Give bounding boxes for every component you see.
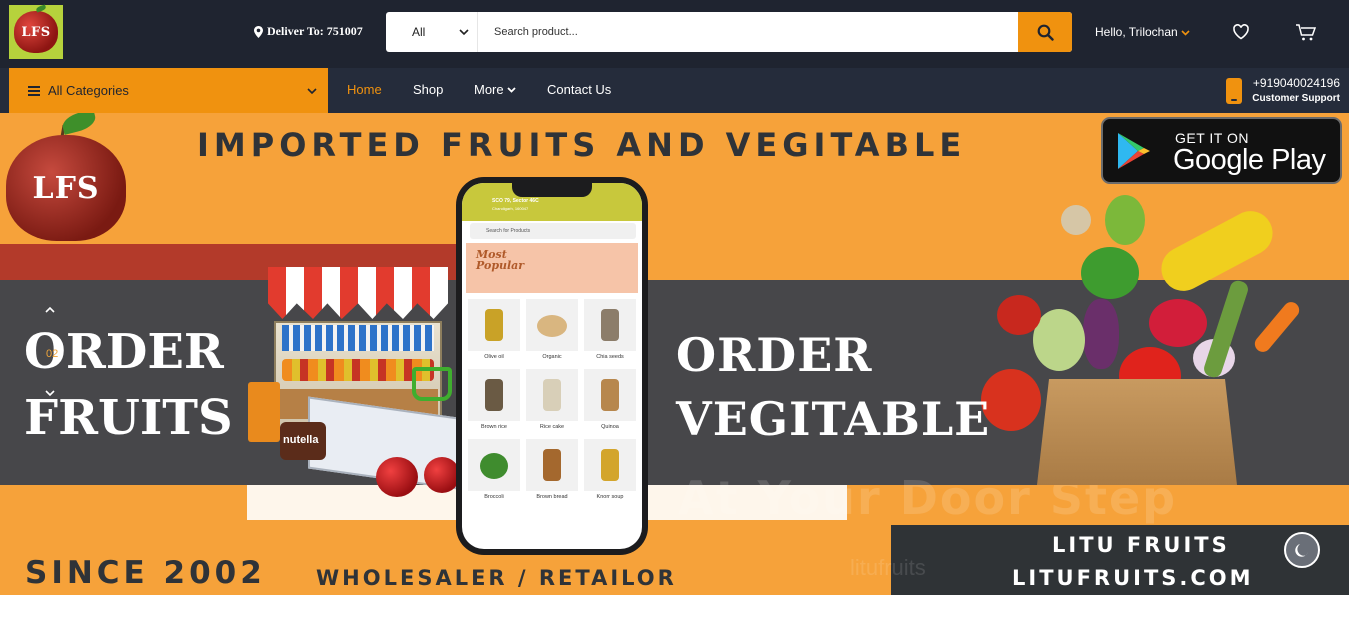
chevron-down-icon [1181, 29, 1190, 36]
chevron-down-icon [459, 29, 469, 36]
google-play-badge[interactable]: GET IT ON Google Play [1101, 117, 1342, 184]
order-veg-line2: VEGITABLE [676, 392, 991, 446]
brand-url: LITUFRUITS.COM [1012, 566, 1254, 590]
banana-image [1153, 203, 1281, 299]
chevron-down-icon [506, 87, 516, 93]
top-header: LFS Deliver To: 751007 All Hello, Triloc… [0, 0, 1349, 68]
phone-mockup: SCO 79, Sector 46C Chandigarh, 160047 Se… [456, 177, 648, 555]
app-product: Brown rice [468, 369, 520, 435]
app-search: Search for Products [470, 223, 636, 239]
moon-icon [1295, 544, 1308, 557]
nav-home[interactable]: Home [347, 82, 382, 97]
app-product: Knorr soup [584, 439, 636, 505]
hero-logo-text: LFS [32, 170, 100, 206]
hero-headline: IMPORTED FRUITS AND VEGITABLE [197, 126, 967, 164]
hero-banner[interactable]: At Your Door Step LFS IMPORTED FRUITS AN… [0, 113, 1349, 595]
map-pin-icon [254, 25, 263, 38]
paper-bag-image [1037, 379, 1237, 485]
mushroom-image [1061, 205, 1091, 235]
google-play-icon [1118, 133, 1150, 169]
greeting-text: Hello, Trilochan [1095, 25, 1178, 39]
search-category-select[interactable]: All [386, 12, 478, 52]
search-bar: All [386, 12, 1072, 52]
support-phone[interactable]: +919040024196 [1253, 76, 1340, 90]
app-address-line2: Chandigarh, 160047 [492, 206, 529, 211]
site-logo[interactable]: LFS [9, 5, 63, 59]
support-label: Customer Support [1252, 93, 1340, 104]
snack-pack-image [248, 382, 280, 442]
cherry-image [376, 457, 418, 497]
nav-contact[interactable]: Contact Us [547, 82, 611, 97]
order-fruits-heading: ORDER FRUITS [24, 319, 233, 451]
logo-text: LFS [21, 24, 51, 40]
nutella-jar-image: nutella [280, 422, 326, 460]
basket-icon [412, 367, 452, 401]
app-search-placeholder: Search for Products [486, 228, 531, 234]
app-address-line1: SCO 79, Sector 46C [492, 198, 539, 204]
app-product: Quinoa [584, 369, 636, 435]
cabbage-image [1033, 309, 1085, 371]
phone-notch [512, 183, 592, 197]
eggplant-image [1083, 299, 1119, 369]
search-input[interactable] [478, 12, 1018, 52]
phone-screen: SCO 79, Sector 46C Chandigarh, 160047 Se… [462, 183, 642, 549]
nav-shop[interactable]: Shop [413, 82, 443, 97]
app-banner-title-line2: Popular [476, 259, 525, 272]
wholesale-text: WHOLESALER / RETAILOR [316, 566, 677, 590]
cherry-image [424, 457, 460, 493]
chevron-down-icon[interactable] [44, 388, 56, 398]
app-product: Chia seeds [584, 299, 636, 365]
carrot-image [1251, 298, 1303, 356]
app-banner-title: Most Popular [476, 249, 524, 271]
stall-awning [268, 267, 448, 319]
stall-bottles [282, 325, 434, 351]
chevron-up-icon[interactable] [44, 305, 56, 315]
nutella-label: nutella [283, 434, 319, 446]
apple-logo-icon: LFS [14, 11, 58, 53]
account-menu[interactable]: Hello, Trilochan [1095, 25, 1190, 39]
cart-icon[interactable] [1295, 22, 1317, 42]
app-product: Rice cake [526, 369, 578, 435]
search-button[interactable] [1018, 12, 1072, 52]
vegetable-bag-image [977, 189, 1317, 489]
search-icon [1037, 24, 1054, 41]
main-nav: All Categories Home Shop More Contact Us… [0, 68, 1349, 113]
market-stall-image: nutella [248, 267, 460, 497]
hamburger-icon [28, 85, 40, 96]
heart-icon[interactable] [1232, 23, 1250, 41]
search-category-value: All [412, 25, 426, 39]
tomato-image [997, 295, 1041, 335]
app-product: Broccoli [468, 439, 520, 505]
deliver-label: Deliver To: 751007 [267, 24, 363, 38]
order-veg-line1: ORDER [676, 328, 873, 382]
brand-name: LITU FRUITS [1052, 533, 1230, 557]
app-product: Brown bread [526, 439, 578, 505]
gplay-line2: Google Play [1173, 144, 1326, 176]
nav-more[interactable]: More [474, 82, 516, 97]
pear-image [1105, 195, 1145, 245]
slide-number: 02 [46, 348, 59, 360]
lfs-apple-logo: LFS [6, 135, 126, 241]
broccoli-image [1081, 247, 1139, 299]
phone-icon [1226, 78, 1242, 104]
all-categories-dropdown[interactable]: All Categories [9, 68, 328, 113]
brand-watermark: litufruits [850, 555, 926, 580]
app-banner: Most Popular [466, 243, 638, 293]
app-product: Olive oil [468, 299, 520, 365]
app-product: Organic [526, 299, 578, 365]
order-vegitable-heading: ORDER VEGITABLE [676, 323, 990, 451]
apple-leaf [60, 113, 98, 135]
nav-more-label: More [474, 82, 504, 97]
radish-image [1149, 299, 1207, 347]
dark-mode-toggle[interactable] [1284, 532, 1320, 568]
all-categories-label: All Categories [48, 83, 129, 98]
chevron-down-icon [307, 87, 317, 94]
deliver-location[interactable]: Deliver To: 751007 [254, 24, 363, 39]
since-text: SINCE 2002 [25, 555, 266, 591]
